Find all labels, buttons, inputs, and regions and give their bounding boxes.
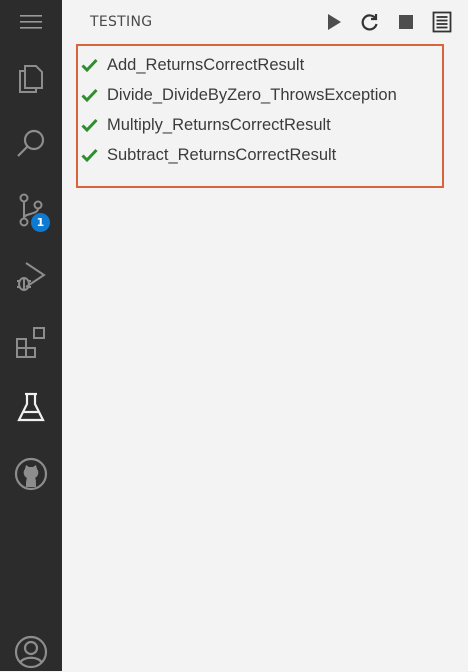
test-item[interactable]: Subtract_ReturnsCorrectResult — [81, 140, 397, 170]
testing-panel: TESTING Add_ReturnsCorrectResult Divide_… — [62, 0, 468, 671]
source-control-badge: 1 — [31, 213, 50, 232]
test-item[interactable]: Divide_DivideByZero_ThrowsException — [81, 80, 397, 110]
explorer-icon[interactable] — [0, 52, 62, 104]
check-icon — [81, 56, 99, 74]
check-icon — [81, 86, 99, 104]
activity-bar: 1 — [0, 0, 62, 671]
check-icon — [81, 146, 99, 164]
testing-icon[interactable] — [0, 382, 62, 434]
run-debug-icon[interactable] — [0, 250, 62, 302]
github-icon[interactable] — [0, 448, 62, 500]
accounts-icon[interactable] — [0, 632, 62, 672]
run-all-icon[interactable] — [322, 10, 346, 34]
stop-icon[interactable] — [394, 10, 418, 34]
test-label: Divide_DivideByZero_ThrowsException — [107, 85, 397, 104]
test-label: Multiply_ReturnsCorrectResult — [107, 115, 331, 134]
test-item[interactable]: Add_ReturnsCorrectResult — [81, 50, 397, 80]
search-icon[interactable] — [0, 118, 62, 170]
test-list: Add_ReturnsCorrectResult Divide_DivideBy… — [81, 50, 397, 170]
check-icon — [81, 116, 99, 134]
editor-edge — [468, 0, 474, 671]
source-control-icon[interactable]: 1 — [0, 184, 62, 236]
menu-icon[interactable] — [0, 0, 62, 44]
extensions-icon[interactable] — [0, 316, 62, 368]
test-item[interactable]: Multiply_ReturnsCorrectResult — [81, 110, 397, 140]
refresh-icon[interactable] — [358, 10, 382, 34]
test-label: Add_ReturnsCorrectResult — [107, 55, 305, 74]
panel-title: TESTING — [90, 14, 153, 30]
test-label: Subtract_ReturnsCorrectResult — [107, 145, 337, 164]
output-icon[interactable] — [430, 10, 454, 34]
